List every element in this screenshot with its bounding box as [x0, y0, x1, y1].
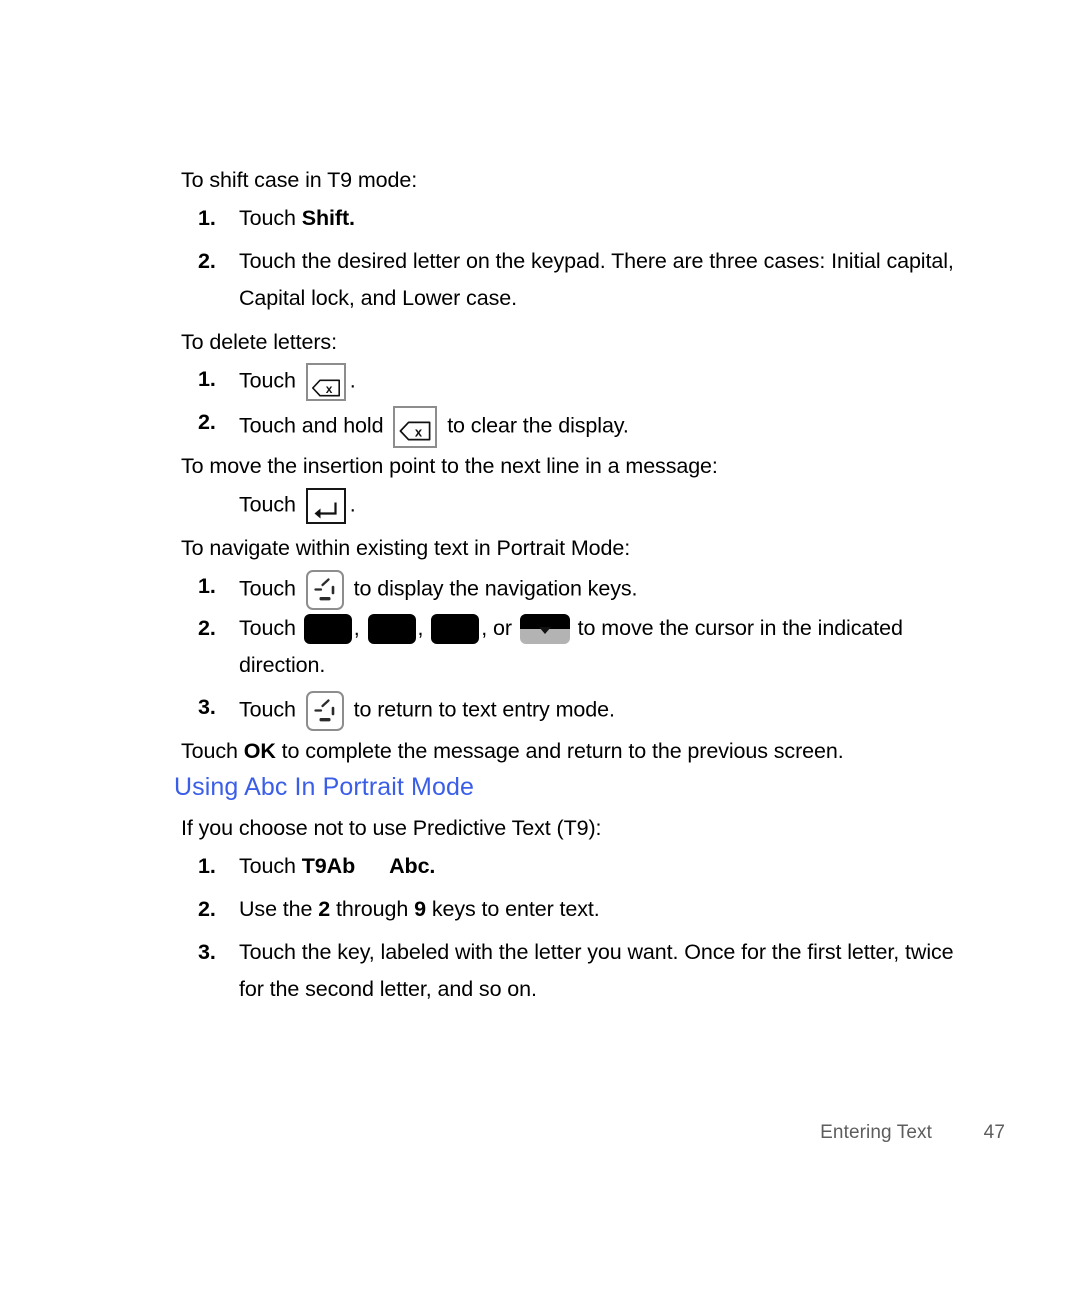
step-text-line-1: Touch the key, labeled with the letter y…	[239, 940, 954, 964]
step-number: 1.	[198, 854, 216, 878]
step-text: Touch to return to text entry mode.	[239, 691, 615, 731]
t9ab-keyword: T9Ab	[301, 854, 356, 878]
step-text: Touch to display the navigation keys.	[239, 570, 637, 610]
step-text-post: to return to text entry mode.	[353, 697, 615, 722]
step-text-line-1: Touch , , , or to move the cursor in the…	[239, 612, 903, 645]
step-text: Touch , , , or to move the cursor in the…	[239, 612, 903, 681]
step-number: 1.	[198, 206, 216, 230]
shift-keyword: Shift.	[301, 206, 355, 230]
step-number: 3.	[198, 695, 216, 719]
step-number: 2.	[198, 897, 216, 921]
step-text-post: .	[349, 368, 356, 393]
step-text: Touch x.	[239, 363, 356, 401]
backspace-key-icon[interactable]: x	[393, 406, 438, 448]
key-2-label: 2	[318, 897, 331, 921]
step-text-post: to display the navigation keys.	[353, 576, 638, 601]
svg-text:x: x	[415, 424, 423, 439]
step-text-pre: Touch	[239, 697, 302, 722]
down-arrow-key-icon[interactable]	[519, 614, 570, 645]
arrow-key-icon[interactable]	[367, 614, 416, 645]
step-text-post: .	[349, 492, 356, 517]
step-number: 2.	[198, 410, 216, 434]
step-text-line-2: direction.	[239, 653, 326, 678]
step-text-pre: Touch	[239, 616, 302, 640]
manual-page: To shift case in T9 mode: 1. Touch Shift…	[0, 0, 1080, 1307]
footer-chapter-title: Entering Text	[820, 1122, 932, 1143]
step-text-line-2: for the second letter, and so on.	[239, 977, 537, 1001]
touch-ok-line: Touch OK to complete the message and ret…	[181, 737, 844, 765]
svg-text:x: x	[325, 382, 332, 396]
separator-2: ,	[417, 616, 424, 640]
navigate-text-intro: To navigate within existing text in Port…	[181, 536, 631, 560]
arrow-key-icon[interactable]	[303, 614, 352, 645]
navigate-step-1: 1. Touch to display the navigation keys.	[198, 570, 637, 610]
separator-1: ,	[353, 616, 360, 640]
navigate-step-2: 2. Touch , , , or to move the cursor in …	[198, 612, 903, 681]
abc-step-3: 3. Touch the key, labeled with the lette…	[198, 936, 954, 1005]
step-number: 2.	[198, 249, 216, 273]
backspace-glyph: x	[399, 418, 431, 441]
step-text-pre: Use the	[239, 897, 319, 921]
key-9-label: 9	[414, 897, 426, 921]
step-text: Touch T9Ab Abc.	[239, 850, 435, 882]
touch-ok-pre: Touch	[181, 739, 244, 763]
step-text: Touch the key, labeled with the letter y…	[239, 936, 954, 1005]
step-text: Touch the desired letter on the keypad. …	[239, 245, 954, 314]
navigation-toggle-key-icon[interactable]	[305, 570, 344, 610]
shift-step-1: 1. Touch Shift.	[198, 202, 355, 234]
step-number: 1.	[198, 367, 216, 391]
abc-keyword: Abc.	[389, 854, 436, 878]
abc-step-2: 2. Use the 2 through 9 keys to enter tex…	[198, 893, 600, 925]
step-text: Use the 2 through 9 keys to enter text.	[239, 893, 600, 925]
insertion-point-step: Touch .	[239, 488, 356, 524]
step-text: Touch Shift.	[239, 202, 355, 234]
step-text-line-2: Capital lock, and Lower case.	[239, 286, 517, 310]
arrow-key-icon[interactable]	[431, 614, 480, 645]
predictive-text-intro: If you choose not to use Predictive Text…	[181, 816, 602, 840]
step-text-post: keys to enter text.	[425, 897, 600, 921]
step-text-pre: Touch	[239, 576, 302, 601]
page-section-heading: Using Abc In Portrait Mode	[174, 773, 474, 801]
step-text-pre: Touch	[239, 206, 302, 230]
step-number: 3.	[198, 940, 216, 964]
navigation-toggle-key-icon[interactable]	[305, 691, 344, 731]
step-text-pre: Touch	[239, 854, 302, 878]
step-text-pre: Touch	[239, 368, 302, 393]
shift-step-2: 2. Touch the desired letter on the keypa…	[198, 245, 954, 314]
step-text-pre: Touch	[239, 492, 302, 517]
separator-3: , or	[481, 616, 518, 640]
delete-step-1: 1. Touch x.	[198, 363, 356, 401]
step-text-post: to clear the display.	[447, 413, 629, 438]
enter-glyph	[314, 497, 338, 519]
touch-ok-post: to complete the message and return to th…	[275, 739, 844, 763]
step-text-post: to move the cursor in the indicated	[577, 616, 903, 640]
step-number: 2.	[198, 616, 216, 640]
footer-page-number: 47	[983, 1122, 1005, 1143]
backspace-key-icon[interactable]: x	[305, 363, 346, 401]
step-text-mid: through	[330, 897, 415, 921]
navigation-arrows-glyph	[312, 697, 338, 725]
navigation-arrows-glyph	[312, 576, 338, 604]
down-caret-glyph	[538, 627, 551, 635]
step-number: 1.	[198, 574, 216, 598]
delete-step-2: 2. Touch and hold x to clear the display…	[198, 406, 629, 448]
backspace-glyph: x	[311, 374, 340, 397]
delete-letters-intro: To delete letters:	[181, 330, 337, 354]
enter-key-icon[interactable]	[305, 488, 346, 524]
abc-step-1: 1. Touch T9Ab Abc.	[198, 850, 435, 882]
navigate-step-3: 3. Touch to return to text entry mode.	[198, 691, 615, 731]
step-text: Touch and hold x to clear the display.	[239, 406, 629, 448]
step-text-pre: Touch and hold	[239, 413, 390, 438]
ok-keyword: OK	[243, 739, 276, 763]
shift-case-intro: To shift case in T9 mode:	[181, 168, 418, 192]
step-text-line-1: Touch the desired letter on the keypad. …	[239, 249, 954, 273]
insertion-point-intro: To move the insertion point to the next …	[181, 454, 718, 478]
